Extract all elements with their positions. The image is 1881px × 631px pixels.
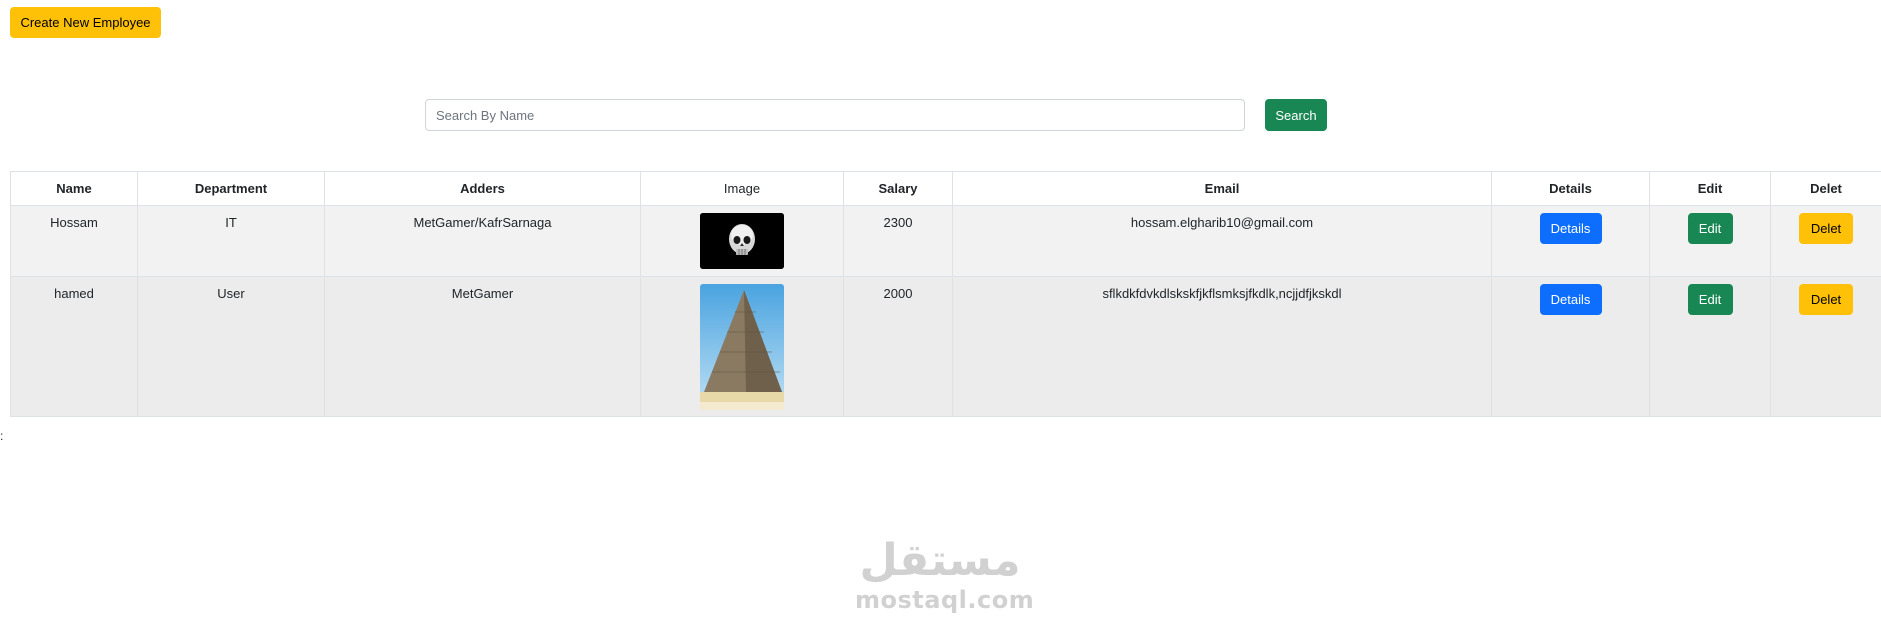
cell-department: IT [137,205,325,277]
employees-table-container: Name Department Adders Image Salary Emai… [10,171,1881,417]
cell-details: Details [1491,276,1650,417]
header-department: Department [137,171,325,206]
header-address: Adders [324,171,641,206]
cell-department: User [137,276,325,417]
cell-address: MetGamer [324,276,641,417]
table-header-row: Name Department Adders Image Salary Emai… [10,171,1881,206]
cell-image [640,205,844,277]
edit-button[interactable]: Edit [1687,213,1733,244]
header-details: Details [1491,171,1650,206]
details-button[interactable]: Details [1539,213,1602,244]
watermark-arabic-text: مستقل [859,535,1021,586]
delete-button[interactable]: Delet [1799,284,1853,315]
search-button[interactable]: Search [1265,99,1327,131]
table-row: Hossam IT MetGamer/KafrSarnaga 2300 hoss… [10,205,1881,277]
cell-email: hossam.elgharib10@gmail.com [952,205,1492,277]
cell-address: MetGamer/KafrSarnaga [324,205,641,277]
cell-name: hamed [10,276,138,417]
employees-table: Name Department Adders Image Salary Emai… [10,171,1881,417]
table-row: hamed User MetGamer 2000 sflkdkfdvkdlsks… [10,276,1881,417]
cell-edit: Edit [1649,276,1771,417]
header-delete: Delet [1770,171,1881,206]
cell-delete: Delet [1770,205,1881,277]
header-name: Name [10,171,138,206]
cell-delete: Delet [1770,276,1881,417]
pyramid-photo-icon [700,284,784,410]
cell-name: Hossam [10,205,138,277]
delete-button[interactable]: Delet [1799,213,1853,244]
mostaql-watermark: مستقل mostaql.com [855,535,1035,614]
cell-details: Details [1491,205,1650,277]
cell-edit: Edit [1649,205,1771,277]
create-employee-button[interactable]: Create New Employee [10,7,161,38]
skull-photo-icon [700,213,784,269]
search-input[interactable] [425,99,1245,131]
cell-salary: 2300 [843,205,953,277]
header-edit: Edit [1649,171,1771,206]
details-button[interactable]: Details [1539,284,1602,315]
header-salary: Salary [843,171,953,206]
stray-colon-text: : [0,429,4,443]
header-image: Image [640,171,844,206]
header-email: Email [952,171,1492,206]
watermark-latin-text: mostaql.com [855,586,1035,614]
cell-email: sflkdkfdvkdlskskfjkflsmksjfkdlk,ncjjdfjk… [952,276,1492,417]
cell-image [640,276,844,417]
cell-salary: 2000 [843,276,953,417]
edit-button[interactable]: Edit [1687,284,1733,315]
